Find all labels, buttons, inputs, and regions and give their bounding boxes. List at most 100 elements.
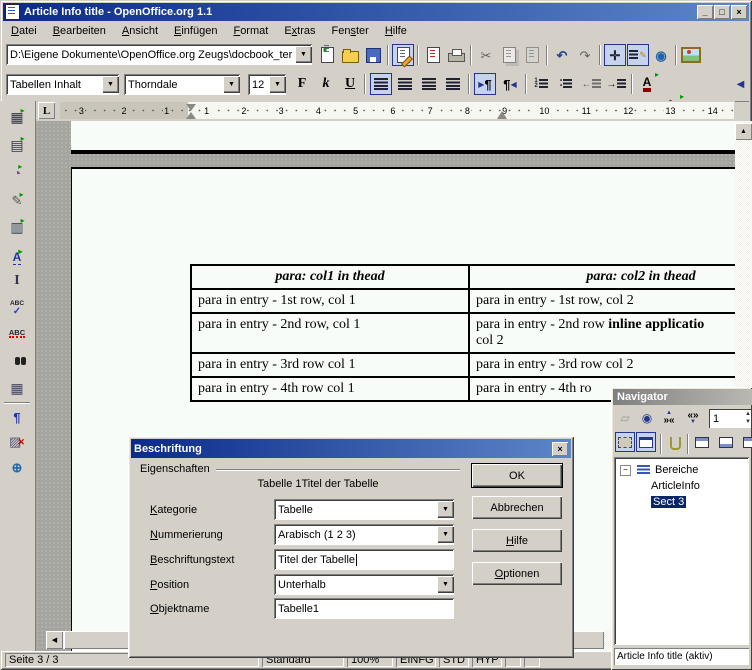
spellcheck-icon[interactable]: ABC✓	[6, 297, 28, 319]
collapse-icon[interactable]: −	[620, 465, 631, 476]
tree-item-sect3[interactable]: Sect 3	[614, 494, 749, 510]
increase-indent-icon[interactable]: →	[605, 73, 627, 95]
kategorie-combobox[interactable]: Tabelle▼	[274, 499, 454, 520]
auto-spellcheck-icon[interactable]: ABC	[6, 323, 28, 345]
align-left-icon[interactable]	[370, 73, 392, 95]
underline-button[interactable]: U	[339, 73, 361, 95]
navigator-document-selector[interactable]: Article Info title (aktiv)	[614, 648, 749, 665]
paragraph-style-combobox[interactable]: Tabellen Inhalt▼	[6, 74, 119, 95]
font-name-combobox[interactable]: Thorndale▼	[124, 74, 240, 95]
open-icon[interactable]	[339, 44, 361, 66]
graphics-on-off-icon[interactable]: ▨✕	[6, 431, 28, 453]
dialog-title-bar[interactable]: Beschriftung ×	[131, 439, 571, 458]
set-reminder-icon[interactable]	[665, 432, 685, 452]
tree-item-articleinfo[interactable]: ArticleInfo	[614, 478, 749, 494]
size-dropdown-arrow[interactable]: ▼	[269, 76, 286, 93]
autotext-icon[interactable]: A	[6, 246, 28, 268]
url-combobox[interactable]: D:\Eigene Dokumente\OpenOffice.org Zeugs…	[6, 44, 312, 65]
export-pdf-icon[interactable]	[422, 44, 444, 66]
left-to-right-icon[interactable]: ▶¶	[474, 73, 496, 95]
italic-button[interactable]: k	[315, 73, 337, 95]
content-view-icon[interactable]	[636, 432, 656, 452]
scroll-left-arrow[interactable]: ◀	[46, 631, 63, 649]
insert-table-icon[interactable]: ▦	[6, 106, 28, 128]
kategorie-dropdown-arrow[interactable]: ▼	[437, 501, 454, 518]
next-object-icon[interactable]: «»▼	[683, 408, 703, 428]
minimize-button[interactable]: _	[697, 5, 713, 19]
tab-stop-selector[interactable]: L	[38, 102, 55, 119]
navigation-icon[interactable]: ◉	[637, 408, 657, 428]
gallery-icon[interactable]	[680, 44, 702, 66]
position-combobox[interactable]: Unterhalb▼	[274, 574, 454, 595]
footer-icon[interactable]	[716, 432, 736, 452]
nonprinting-characters-icon[interactable]: ¶	[6, 406, 28, 428]
form-functions-icon[interactable]: ▥	[6, 216, 28, 238]
menu-datei[interactable]: Datei	[3, 23, 45, 39]
close-button[interactable]: ×	[731, 5, 747, 19]
drag-mode-icon[interactable]: ▱	[615, 408, 635, 428]
find-replace-icon[interactable]	[6, 350, 28, 372]
direct-cursor-icon[interactable]: I	[6, 270, 28, 292]
navigator-title-bar[interactable]: Navigator	[613, 389, 752, 405]
hilfe-button[interactable]: Hilfe	[472, 529, 562, 552]
abbrechen-button[interactable]: Abbrechen	[472, 496, 562, 519]
caption-dialog[interactable]: Beschriftung × Eigenschaften Tabelle 1Ti…	[128, 436, 574, 658]
edit-file-icon[interactable]	[392, 44, 414, 66]
visible-buttons-arrow[interactable]: ◀	[732, 73, 749, 95]
list-box-toggle-icon[interactable]	[615, 432, 635, 452]
insert-object-icon[interactable]: ◔	[6, 162, 28, 184]
objektname-input[interactable]: Tabelle1	[274, 598, 454, 619]
online-layout-icon[interactable]: ⊕	[6, 456, 28, 478]
optionen-button[interactable]: Optionen	[472, 562, 562, 585]
tree-item-bereiche[interactable]: − Bereiche	[614, 462, 749, 478]
stylist-icon[interactable]: ✎	[627, 44, 649, 66]
data-sources-icon[interactable]: ▦	[6, 377, 28, 399]
ok-button[interactable]: OK	[472, 464, 562, 487]
bullet-list-icon[interactable]: ••	[555, 73, 577, 95]
indent-marker-bottom[interactable]	[186, 112, 196, 119]
table-header-cell[interactable]: para: col1 in thead	[192, 266, 470, 288]
font-color-icon[interactable]: A	[636, 73, 658, 95]
menu-einfuegen[interactable]: Einfügen	[166, 23, 225, 39]
menu-hilfe[interactable]: Hilfe	[377, 23, 415, 39]
table-row[interactable]: para in entry - 3rd row col 1 para in en…	[192, 354, 736, 378]
hyperlink-globe-icon[interactable]: ◉	[650, 44, 672, 66]
previous-object-icon[interactable]: ▲»«	[659, 408, 679, 428]
bold-button[interactable]: F	[291, 73, 313, 95]
header-icon[interactable]	[692, 432, 712, 452]
right-to-left-icon[interactable]: ¶◀	[499, 73, 521, 95]
beschriftungstext-input[interactable]: Titel der Tabelle	[274, 549, 454, 570]
menu-fenster[interactable]: Fenster	[324, 23, 377, 39]
print-icon[interactable]	[445, 44, 467, 66]
right-indent-marker[interactable]	[497, 111, 507, 119]
justify-icon[interactable]	[442, 73, 464, 95]
align-right-icon[interactable]	[418, 73, 440, 95]
new-document-icon[interactable]	[316, 44, 338, 66]
style-dropdown-arrow[interactable]: ▼	[102, 76, 119, 93]
nummerierung-combobox[interactable]: Arabisch (1 2 3)▼	[274, 524, 454, 545]
navigator-icon[interactable]: ✛	[604, 44, 626, 66]
align-center-icon[interactable]	[394, 73, 416, 95]
table-header-row[interactable]: para: col1 in thead para: col2 in thead	[192, 266, 736, 290]
save-icon[interactable]	[362, 44, 384, 66]
table-row[interactable]: para in entry - 2nd row, col 1 para in e…	[192, 314, 736, 354]
document-table[interactable]: para: col1 in thead para: col2 in thead …	[190, 264, 736, 402]
url-dropdown-arrow[interactable]: ▼	[295, 46, 312, 63]
anchor-text-icon[interactable]	[740, 432, 752, 452]
maximize-button[interactable]: □	[714, 5, 730, 19]
nummerierung-dropdown-arrow[interactable]: ▼	[437, 526, 454, 543]
position-dropdown-arrow[interactable]: ▼	[437, 576, 454, 593]
title-bar[interactable]: Article Info title - OpenOffice.org 1.1 …	[3, 3, 749, 21]
menu-ansicht[interactable]: Ansicht	[114, 23, 166, 39]
indent-marker-top[interactable]	[186, 104, 196, 111]
menu-bearbeiten[interactable]: Bearbeiten	[45, 23, 114, 39]
navigator-content-tree[interactable]: − Bereiche ArticleInfo Sect 3	[614, 457, 749, 645]
table-row[interactable]: para in entry - 1st row, col 1 para in e…	[192, 290, 736, 314]
navigator-window[interactable]: Navigator ▱ ◉ ▲»« «»▼ 1▲▼ − Bereiche	[611, 387, 752, 670]
page-2-bottom[interactable]	[71, 121, 735, 154]
page-number-spinner[interactable]: 1▲▼	[709, 409, 751, 428]
menu-format[interactable]: Format	[225, 23, 276, 39]
menu-extras[interactable]: Extras	[276, 23, 323, 39]
scroll-up-arrow[interactable]: ▲	[735, 123, 752, 140]
dialog-close-icon[interactable]: ×	[552, 442, 568, 456]
